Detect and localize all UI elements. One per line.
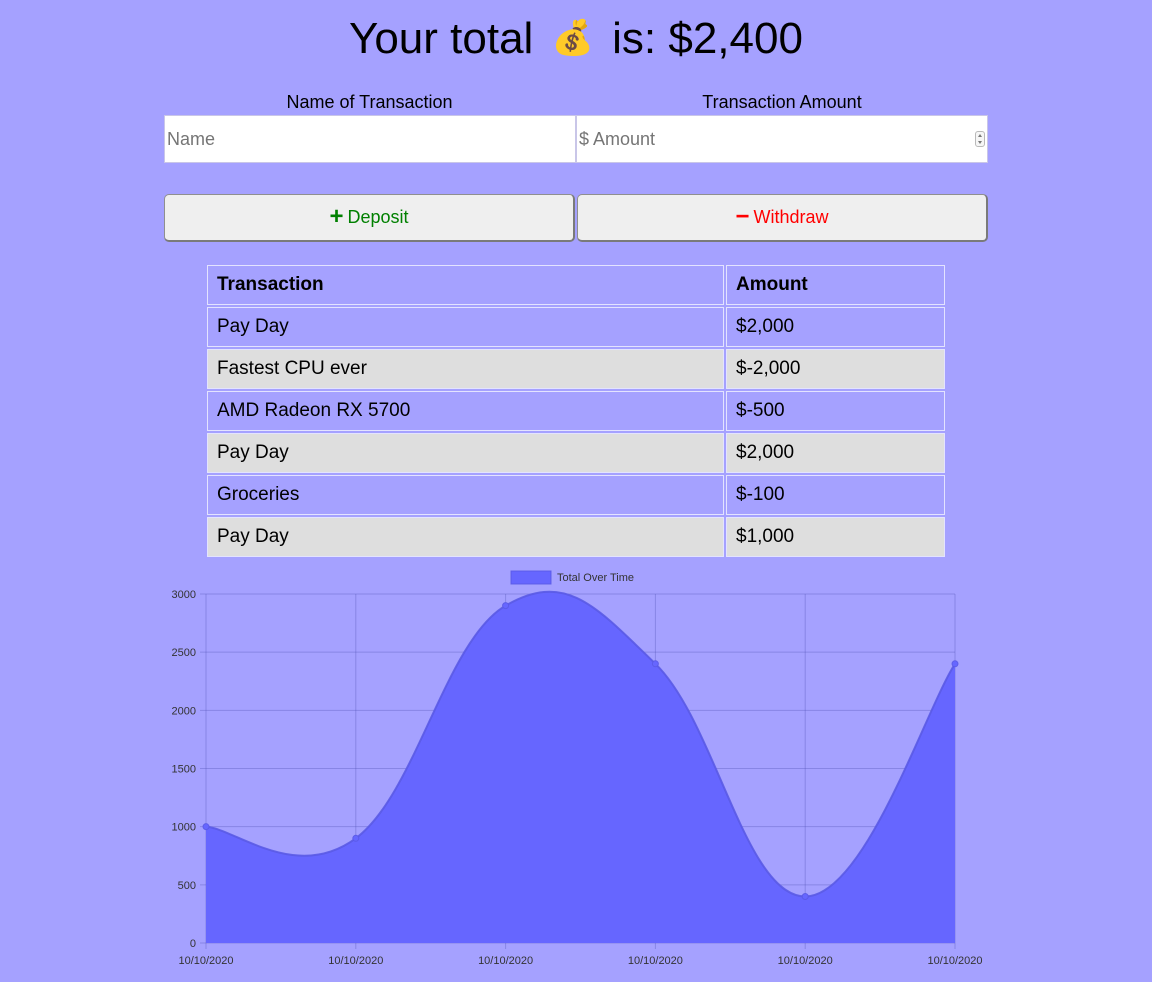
transaction-name: Pay Day — [207, 517, 724, 557]
legend-label: Total Over Time — [557, 572, 634, 584]
title-prefix: Your total — [349, 14, 534, 63]
table-row: Groceries $-100 — [207, 475, 945, 515]
plus-icon: + — [329, 203, 344, 230]
chart-x-ticks: 10/10/2020 10/10/2020 10/10/2020 10/10/2020… — [178, 955, 982, 967]
y-tick-label: 2000 — [172, 705, 196, 717]
transaction-name: Groceries — [207, 475, 724, 515]
name-label: Name of Transaction — [286, 92, 453, 112]
transaction-name: Fastest CPU ever — [207, 349, 724, 389]
data-point — [202, 823, 210, 831]
data-point — [801, 892, 809, 900]
total-over-time-chart: 050010001500200025003000 10/10/2020 10/10… — [172, 570, 983, 967]
x-tick-label: 10/10/2020 — [628, 955, 683, 967]
y-tick-label: 500 — [178, 880, 196, 892]
y-tick-label: 3000 — [172, 589, 196, 601]
transactions-table: Transaction Amount Pay Day $2,000 Fastes… — [205, 263, 947, 559]
table-row: AMD Radeon RX 5700 $-500 — [207, 391, 945, 431]
x-tick-label: 10/10/2020 — [778, 955, 833, 967]
transaction-amount: $-500 — [726, 391, 945, 431]
table-row: Pay Day $2,000 — [207, 433, 945, 473]
table-row: Pay Day $2,000 — [207, 307, 945, 347]
header-transaction: Transaction — [207, 265, 724, 305]
y-tick-label: 2500 — [172, 647, 196, 659]
minus-icon: − — [735, 203, 750, 230]
name-input[interactable] — [164, 115, 576, 163]
transactions-table-container[interactable]: Transaction Amount Pay Day $2,000 Fastes… — [205, 263, 947, 562]
transaction-amount: $2,000 — [726, 433, 945, 473]
amount-input[interactable] — [576, 115, 988, 163]
stepper-up-icon[interactable] — [978, 134, 982, 137]
x-tick-label: 10/10/2020 — [178, 955, 233, 967]
transaction-amount: $1,000 — [726, 517, 945, 557]
transaction-name: Pay Day — [207, 433, 724, 473]
transaction-amount: $-2,000 — [726, 349, 945, 389]
transaction-amount: $-100 — [726, 475, 945, 515]
stepper-down-icon[interactable] — [978, 141, 982, 144]
transaction-name: AMD Radeon RX 5700 — [207, 391, 724, 431]
chart-area-series — [206, 591, 955, 943]
header-amount: Amount — [726, 265, 945, 305]
x-tick-label: 10/10/2020 — [328, 955, 383, 967]
amount-stepper[interactable] — [975, 131, 985, 147]
title-total: is: $2,400 — [612, 14, 803, 63]
table-row: Fastest CPU ever $-2,000 — [207, 349, 945, 389]
legend-swatch — [510, 570, 552, 585]
withdraw-label: Withdraw — [753, 207, 829, 227]
y-tick-label: 1000 — [172, 822, 196, 834]
data-point — [502, 602, 510, 610]
data-point — [951, 660, 959, 668]
y-tick-label: 1500 — [172, 764, 196, 776]
money-bag-icon: 💰 — [551, 19, 594, 57]
data-point — [352, 834, 360, 842]
withdraw-button[interactable]: − Withdraw — [577, 194, 988, 242]
transaction-amount: $2,000 — [726, 307, 945, 347]
deposit-label: Deposit — [347, 207, 409, 227]
amount-label: Transaction Amount — [702, 92, 862, 112]
x-tick-label: 10/10/2020 — [478, 955, 533, 967]
table-row: Pay Day $1,000 — [207, 517, 945, 557]
data-point — [651, 660, 659, 668]
y-tick-label: 0 — [190, 938, 196, 950]
transaction-name: Pay Day — [207, 307, 724, 347]
x-tick-label: 10/10/2020 — [927, 955, 982, 967]
chart-y-ticks: 0 500 1000 1500 2000 2500 3000 — [172, 589, 196, 950]
page-title: Your total 💰 is: $2,400 — [0, 12, 1152, 65]
table-header-row: Transaction Amount — [207, 265, 945, 305]
deposit-button[interactable]: + Deposit — [164, 194, 575, 242]
